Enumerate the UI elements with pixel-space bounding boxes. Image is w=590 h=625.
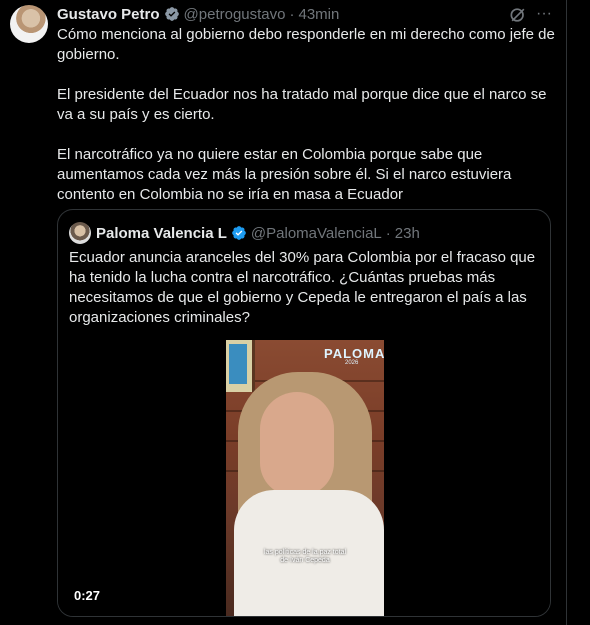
grok-icon[interactable] (508, 5, 528, 25)
tweet-header: Gustavo Petro @petrogustavo · 43min (57, 3, 339, 25)
quote-author-handle: @PalomaValenciaL (250, 224, 382, 242)
tweet-time[interactable]: 43min (298, 6, 339, 23)
verified-badge-icon (164, 7, 179, 21)
video-brand: PALOMA (324, 346, 384, 361)
video-duration: 0:27 (74, 588, 101, 603)
quote-author-avatar (69, 222, 91, 244)
tweet-text: Cómo menciona al gobierno debo responder… (57, 25, 557, 225)
video-brand-year: 2026 (345, 360, 359, 366)
column-divider (566, 0, 567, 625)
video-player[interactable]: PALOMA 2026 las políticas de la paz tota… (58, 340, 550, 616)
tweet-paragraph: El presidente del Ecuador nos ha tratado… (57, 86, 547, 123)
video-frame: PALOMA 2026 las políticas de la paz tota… (226, 340, 384, 616)
separator-dot: · (385, 224, 391, 242)
wall-picture (226, 340, 255, 392)
author-name[interactable]: Gustavo Petro (57, 6, 160, 23)
quoted-tweet[interactable]: Paloma Valencia L @PalomaValenciaL · 23h… (57, 209, 551, 617)
video-caption: las políticas de la paz total de Iván Ce… (263, 549, 347, 564)
author-handle[interactable]: @petrogustavo (184, 6, 286, 23)
tweet-paragraph: El narcotráfico ya no quiere estar en Co… (57, 146, 512, 203)
more-icon[interactable]: ··· (534, 4, 554, 24)
person-face (260, 392, 334, 496)
author-avatar[interactable] (10, 5, 48, 43)
quote-header: Paloma Valencia L @PalomaValenciaL · 23h (96, 222, 420, 244)
quote-time: 23h (394, 224, 420, 242)
separator-dot: · (289, 5, 295, 23)
quote-author-name: Paloma Valencia L (96, 224, 227, 242)
tweet-paragraph: Cómo menciona al gobierno debo responder… (57, 26, 555, 63)
verified-badge-icon (232, 226, 246, 240)
quote-text: Ecuador anuncia aranceles del 30% para C… (69, 249, 536, 326)
